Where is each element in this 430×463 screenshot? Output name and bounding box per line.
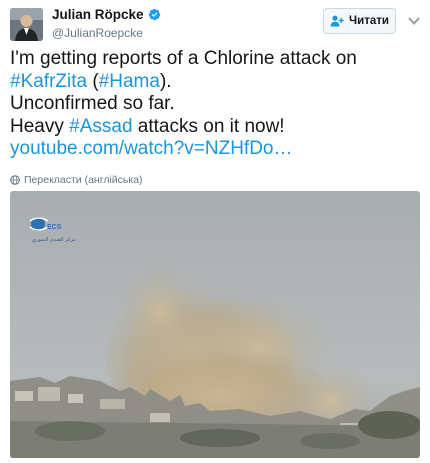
hashtag-assad[interactable]: #Assad — [69, 116, 132, 137]
paren-open: ( — [87, 70, 99, 92]
globe-icon — [10, 175, 20, 185]
display-name-row: Julian Röpcke — [52, 6, 161, 23]
follow-button-label: Читати — [349, 15, 389, 27]
paren-close: ). — [159, 70, 172, 92]
tweet-card: Julian Röpcke @JulianRoepcke Читати I'm … — [0, 0, 430, 463]
display-name[interactable]: Julian Röpcke — [52, 7, 144, 22]
add-user-icon — [330, 15, 344, 27]
ecs-logo-text: ECS — [47, 224, 62, 231]
tweet-text: I'm getting reports of a Chlorine attack… — [10, 48, 425, 161]
tweet-line-4: Heavy #Assad attacks on it now! — [10, 116, 425, 139]
avatar[interactable] — [10, 8, 43, 41]
follow-button[interactable]: Читати — [323, 8, 396, 34]
youtube-link[interactable]: youtube.com/watch?v=NZHfDo… — [10, 138, 425, 161]
verified-badge-icon — [148, 8, 160, 21]
hashtag-kafrzita[interactable]: #KafrZita — [10, 71, 87, 92]
tweet-line-3: Unconfirmed so far. — [10, 93, 175, 114]
tweet-media-image[interactable]: ECS مركز الصدى السوري — [10, 191, 420, 458]
user-handle[interactable]: @JulianRoepcke — [52, 26, 161, 40]
tweet-line-1: I'm getting reports of a Chlorine attack… — [10, 48, 357, 69]
author-block: Julian Röpcke @JulianRoepcke — [52, 6, 161, 40]
line4-before: Heavy — [10, 115, 70, 137]
tweet-line-2: #KafrZita (#Hama). — [10, 71, 425, 94]
translate-label: Перекласти (англійська) — [24, 174, 143, 186]
hashtag-hama[interactable]: #Hama — [99, 71, 160, 92]
translate-link[interactable]: Перекласти (англійська) — [10, 174, 143, 186]
line4-after: attacks on it now! — [132, 115, 285, 137]
ecs-logo-subtext: مركز الصدى السوري — [32, 237, 76, 243]
chevron-down-icon[interactable] — [408, 16, 420, 26]
